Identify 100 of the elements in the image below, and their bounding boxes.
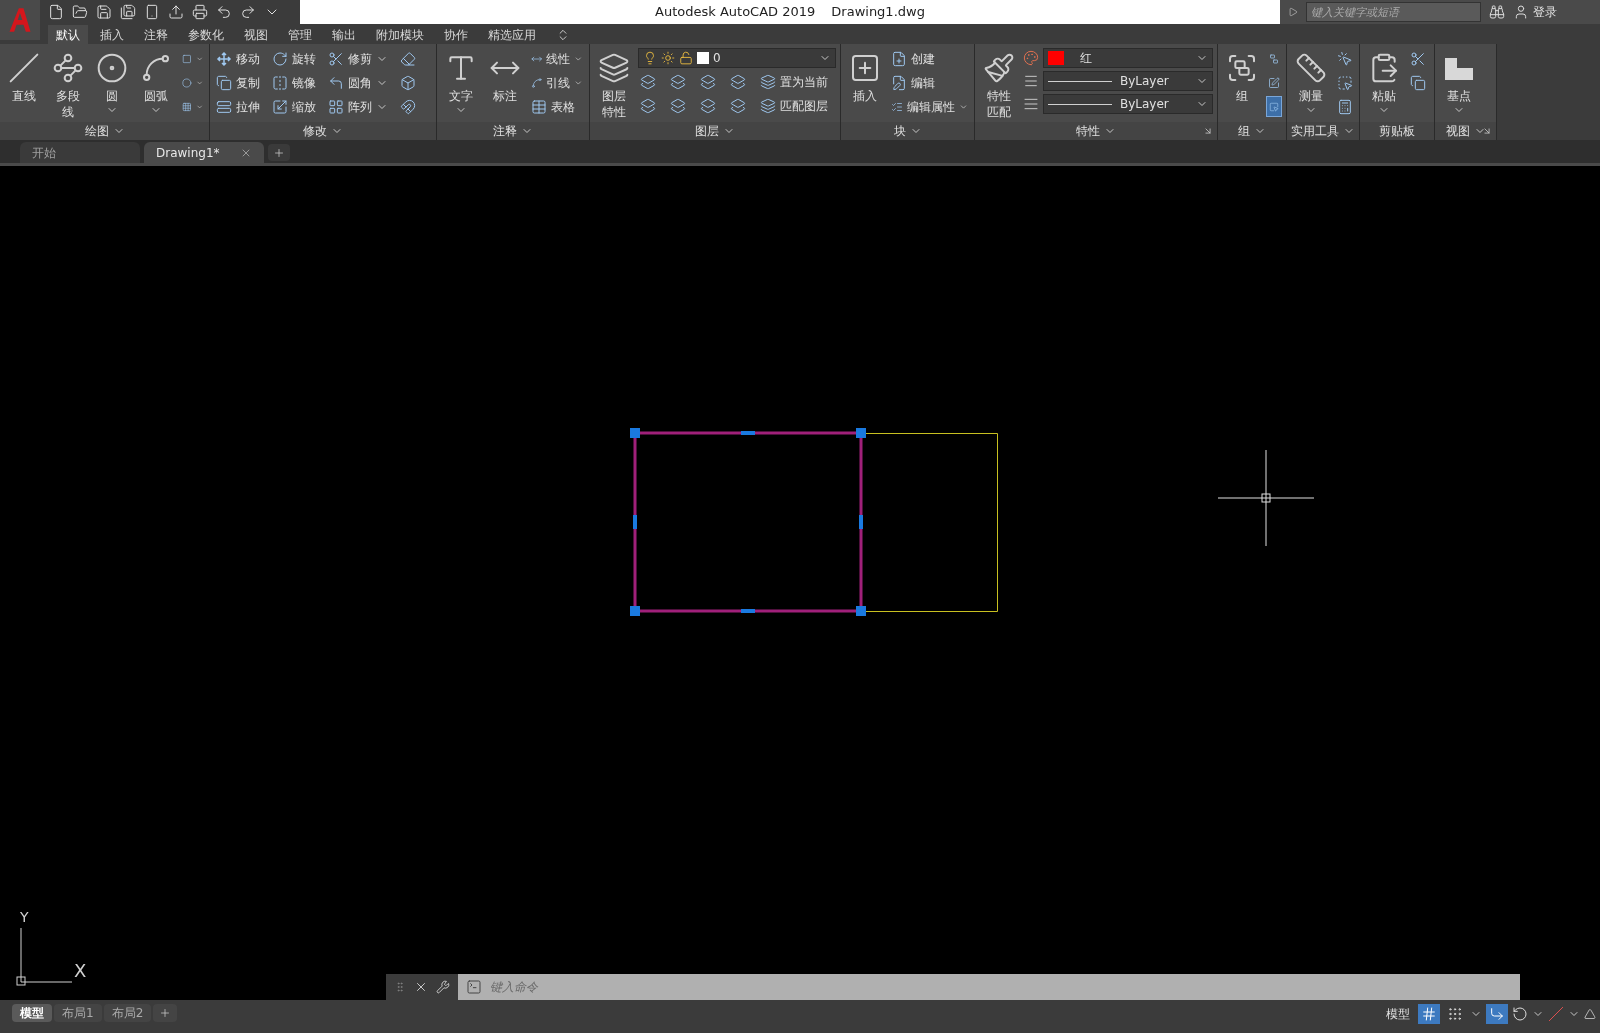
- folder-icon: [72, 4, 88, 20]
- drawing-canvas[interactable]: Y X 键入命令: [0, 166, 1600, 1000]
- ribbon-small-button[interactable]: 置为当前: [758, 71, 836, 92]
- ribbon-small-button[interactable]: 线性: [529, 48, 585, 69]
- axis-label: Y: [20, 908, 29, 927]
- ribbon-small-button[interactable]: 编辑属性: [889, 96, 970, 117]
- panel-title-bar[interactable]: 修改: [210, 122, 436, 140]
- login-button[interactable]: 登录: [1513, 3, 1557, 21]
- ribbon-small-button[interactable]: 阵列: [326, 96, 390, 117]
- close-button[interactable]: [414, 980, 428, 994]
- ribbon-small-button[interactable]: 镜像: [270, 72, 318, 93]
- command-input[interactable]: 键入命令: [482, 978, 1520, 996]
- quick-access-button[interactable]: [120, 4, 136, 20]
- layers-icon: [598, 52, 630, 84]
- ribbon-tab[interactable]: 插入: [92, 25, 132, 44]
- panel-title-bar[interactable]: 特性: [975, 122, 1217, 140]
- launcher-icon[interactable]: [1203, 126, 1213, 136]
- ribbon-small-button[interactable]: 缩放: [270, 96, 318, 117]
- line-icon: [8, 52, 40, 84]
- ribbon-large-button[interactable]: 多段线: [48, 48, 88, 122]
- ribbon-large-button[interactable]: 直线: [4, 48, 44, 122]
- quick-access-button[interactable]: [144, 4, 160, 20]
- ribbon-large-button[interactable]: 标注: [485, 48, 525, 122]
- ribbon-small-button[interactable]: 圆角: [326, 72, 390, 93]
- add-layout-button[interactable]: [153, 1004, 178, 1022]
- selected-rectangle[interactable]: [630, 428, 866, 616]
- document-tab[interactable]: 开始: [20, 142, 140, 163]
- space-indicator[interactable]: 模型: [1382, 1005, 1414, 1023]
- ribbon-large-button[interactable]: 特性 匹配: [979, 48, 1019, 122]
- ribbon-tab[interactable]: 参数化: [180, 25, 232, 44]
- ribbon-large-button[interactable]: 圆弧: [136, 48, 176, 122]
- circle-icon: [96, 52, 128, 84]
- ribbon-tab[interactable]: 默认: [48, 25, 88, 44]
- quick-access-button[interactable]: [168, 4, 184, 20]
- ribbon-tab[interactable]: 附加模块: [368, 25, 432, 44]
- quick-access-button[interactable]: [96, 4, 112, 20]
- ribbon-tab[interactable]: 协作: [436, 25, 476, 44]
- pointer-icon: [1337, 74, 1353, 91]
- quick-access-button[interactable]: [240, 4, 256, 20]
- ribbon-tab[interactable]: 注释: [136, 25, 176, 44]
- ribbon-small-button[interactable]: 拉伸: [214, 96, 262, 117]
- panel-title-bar[interactable]: 实用工具: [1287, 122, 1359, 140]
- panel-title-bar[interactable]: 视图: [1435, 122, 1496, 140]
- panel-title: 图层: [695, 123, 719, 140]
- ribbon-small-button[interactable]: 复制: [214, 72, 262, 93]
- search-field[interactable]: 键入关键字或短语: [1306, 2, 1481, 22]
- ribbon-large-button[interactable]: 图层 特性: [594, 48, 634, 122]
- new-tab-button[interactable]: [268, 144, 290, 161]
- panel-title-bar[interactable]: 图层: [590, 122, 840, 140]
- layout-tab[interactable]: 布局1: [54, 1004, 102, 1022]
- ribbon-large-button[interactable]: 粘贴: [1364, 48, 1404, 122]
- ribbon-large-button[interactable]: 插入: [845, 48, 885, 122]
- launcher-icon[interactable]: [1482, 126, 1492, 136]
- property-dropdown[interactable]: ByLayer: [1043, 71, 1213, 91]
- axis-label: X: [74, 959, 87, 983]
- play-icon: [1288, 7, 1298, 17]
- ribbon-large-button[interactable]: 圆: [92, 48, 132, 122]
- ribbon-small-button[interactable]: 编辑: [889, 72, 970, 93]
- ribbon-small-button[interactable]: 引线: [529, 72, 585, 93]
- ribbon-tab[interactable]: 精选应用: [480, 25, 544, 44]
- swatch-icon: [697, 52, 709, 64]
- quick-access-button[interactable]: [72, 4, 88, 20]
- ribbon-tab[interactable]: 输出: [324, 25, 364, 44]
- ribbon-small-button[interactable]: 修剪: [326, 48, 390, 69]
- ribbon-small-button[interactable]: 旋转: [270, 48, 318, 69]
- ribbon-tab[interactable]: 视图: [236, 25, 276, 44]
- ortho-toggle[interactable]: [1486, 1004, 1508, 1024]
- layout-tab[interactable]: 模型: [12, 1004, 52, 1022]
- quick-access-button[interactable]: [216, 4, 232, 20]
- ribbon-small-button[interactable]: 匹配图层: [758, 95, 836, 116]
- grid-toggle[interactable]: [1418, 1004, 1440, 1024]
- panel-title-bar[interactable]: 注释: [437, 122, 589, 140]
- ribbon-small-button[interactable]: [1266, 96, 1282, 117]
- ribbon-small-button[interactable]: 移动: [214, 48, 262, 69]
- ribbon-large-button[interactable]: 基点: [1439, 48, 1479, 122]
- quick-access-button[interactable]: [192, 4, 208, 20]
- undo-icon: [216, 4, 232, 20]
- ribbon-large-button[interactable]: 测量: [1291, 48, 1331, 122]
- ruler-icon: [1295, 52, 1327, 84]
- ribbon-small-button[interactable]: 创建: [889, 48, 970, 69]
- panel-title-bar[interactable]: 剪贴板: [1360, 122, 1434, 140]
- ribbon-large-button[interactable]: 组: [1222, 48, 1262, 122]
- layer-dropdown[interactable]: 0: [638, 48, 836, 68]
- arc-icon: [140, 52, 172, 84]
- command-field[interactable]: 键入命令: [458, 974, 1520, 1000]
- settings-button[interactable]: [436, 980, 450, 994]
- panel-title-bar[interactable]: 组: [1218, 122, 1286, 140]
- ribbon-small-button[interactable]: 表格: [529, 96, 585, 117]
- document-tab[interactable]: Drawing1*: [144, 142, 264, 163]
- property-dropdown[interactable]: 红: [1043, 48, 1213, 68]
- layers-icon: [760, 73, 776, 90]
- panel-title-bar[interactable]: 块: [841, 122, 974, 140]
- ribbon-tab[interactable]: 管理: [280, 25, 320, 44]
- pointer-icon: [1337, 50, 1353, 67]
- box-icon: [400, 74, 416, 91]
- panel-title-bar[interactable]: 绘图: [0, 122, 209, 140]
- ribbon-large-button[interactable]: 文字: [441, 48, 481, 122]
- quick-access-button[interactable]: [48, 4, 64, 20]
- layout-tab[interactable]: 布局2: [103, 1004, 152, 1022]
- property-dropdown[interactable]: ByLayer: [1043, 94, 1213, 114]
